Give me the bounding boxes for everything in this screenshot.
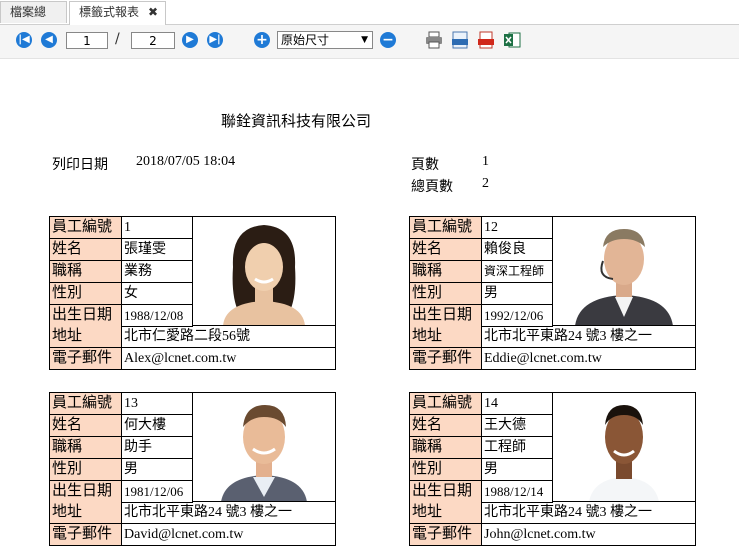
- chevron-down-icon: ▼: [361, 35, 368, 45]
- tab-bar: 檔案總管 標籤式報表 ✖: [0, 0, 739, 40]
- first-page-icon[interactable]: |◀: [16, 32, 32, 48]
- tab-label-report[interactable]: 標籤式報表 ✖: [69, 1, 166, 25]
- gender-row: 性別女: [50, 283, 193, 305]
- zoom-select[interactable]: 原始尺寸 ▼: [277, 31, 373, 49]
- address-row: 地址 北市北平東路24 號3 樓之一: [50, 502, 335, 524]
- employee-photo: [553, 393, 695, 502]
- report-page: 聯銓資訊科技有限公司 列印日期 2018/07/05 18:04 頁數 1 總頁…: [0, 59, 739, 558]
- employee-card: 員工編號 14 姓名 王大德 職稱 工程師 性別男 出生日期 1988/12/14 地址…: [409, 392, 696, 546]
- zoom-in-icon[interactable]: +: [254, 32, 270, 48]
- employee-card: 員工編號 1 姓名 張瑾雯 職稱 業務 性別女 出生日期 1988/12/08 地址 北市…: [49, 216, 336, 370]
- previous-page-icon[interactable]: ◀: [41, 32, 57, 48]
- title-row: 職稱 助手: [50, 437, 193, 459]
- title-row: 職稱 業務: [50, 261, 193, 283]
- page-number-value: 1: [482, 154, 489, 169]
- title-row: 職稱 資深工程師: [410, 261, 553, 283]
- export-xml-icon[interactable]: [451, 31, 469, 49]
- email-row: 電子郵件 David@lcnet.com.tw: [50, 524, 335, 546]
- name-row: 姓名 張瑾雯: [50, 239, 193, 261]
- close-icon[interactable]: ✖: [148, 2, 158, 23]
- emp-no-row: 員工編號 14: [410, 393, 553, 415]
- employee-photo: [553, 217, 695, 326]
- title-row: 職稱 工程師: [410, 437, 553, 459]
- print-icon[interactable]: [425, 31, 443, 49]
- company-title: 聯銓資訊科技有限公司: [221, 114, 372, 130]
- zoom-out-icon[interactable]: −: [380, 32, 396, 48]
- export-pdf-icon[interactable]: [477, 31, 495, 49]
- export-excel-icon[interactable]: [503, 31, 521, 49]
- emp-no-row: 員工編號 12: [410, 217, 553, 239]
- gender-row: 性別男: [410, 459, 553, 481]
- address-row: 地址 北市北平東路24 號3 樓之一: [410, 326, 695, 348]
- print-date-label: 列印日期: [52, 158, 108, 173]
- next-page-icon[interactable]: ▶: [182, 32, 198, 48]
- email-row: 電子郵件 Alex@lcnet.com.tw: [50, 348, 335, 370]
- current-page-input[interactable]: [66, 32, 108, 49]
- total-pages-field[interactable]: [131, 32, 175, 49]
- gender-row: 性別男: [50, 459, 193, 481]
- birth-row: 出生日期 1992/12/06: [410, 305, 553, 327]
- email-row: 電子郵件 John@lcnet.com.tw: [410, 524, 695, 546]
- email-row: 電子郵件 Eddie@lcnet.com.tw: [410, 348, 695, 370]
- report-toolbar: |◀ ◀ / ▶ ▶| + 原始尺寸 ▼ −: [0, 25, 739, 59]
- birth-row: 出生日期 1988/12/14: [410, 481, 553, 503]
- employee-card: 員工編號 13 姓名 何大樓 職稱 助手 性別男 出生日期 1981/12/06 地址北…: [49, 392, 336, 546]
- address-row: 地址 北市北平東路24 號3 樓之一: [410, 502, 695, 524]
- print-date-value: 2018/07/05 18:04: [136, 154, 236, 169]
- employee-card: 員工編號 12 姓名 賴俊良 職稱 資深工程師 性別男 出生日期 1992/12/06 …: [409, 216, 696, 370]
- page-number-label: 頁數: [411, 158, 439, 173]
- address-row: 地址 北市仁愛路二段56號: [50, 326, 335, 348]
- employee-photo: [193, 393, 335, 502]
- name-row: 姓名 何大樓: [50, 415, 193, 437]
- name-row: 姓名 賴俊良: [410, 239, 553, 261]
- total-pages-value: 2: [482, 176, 489, 191]
- employee-photo: [193, 217, 335, 326]
- gender-row: 性別男: [410, 283, 553, 305]
- emp-no-row: 員工編號 13: [50, 393, 193, 415]
- page-separator: /: [115, 31, 120, 47]
- name-row: 姓名 王大德: [410, 415, 553, 437]
- birth-row: 出生日期 1981/12/06: [50, 481, 193, 503]
- tab-file-explorer[interactable]: 檔案總管: [0, 1, 67, 40]
- birth-row: 出生日期 1988/12/08: [50, 305, 193, 327]
- last-page-icon[interactable]: ▶|: [207, 32, 223, 48]
- total-pages-label: 總頁數: [411, 180, 453, 195]
- emp-no-row: 員工編號 1: [50, 217, 193, 239]
